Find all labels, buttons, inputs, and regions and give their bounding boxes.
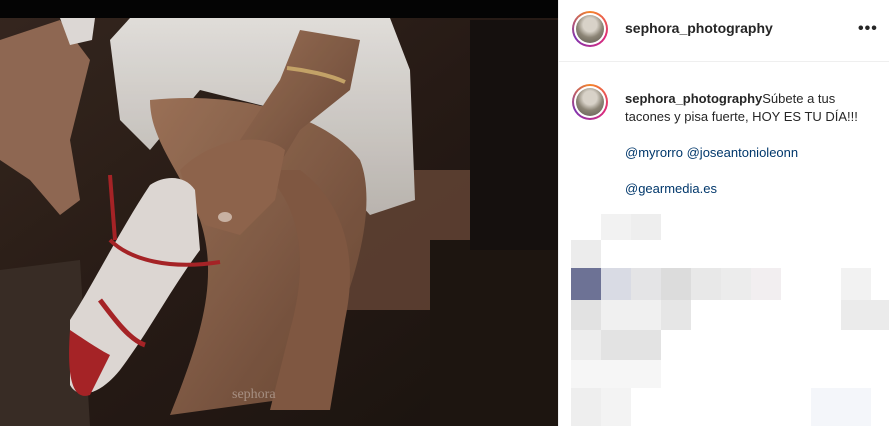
caption-text: sephora_photographySúbete a tus tacones … [625, 90, 875, 198]
caption-avatar[interactable] [572, 84, 608, 120]
pixelated-comments [559, 214, 889, 426]
post-photo[interactable]: sephora [0, 0, 558, 426]
mention-link[interactable]: @gearmedia.es [625, 180, 875, 198]
more-horizontal-icon[interactable]: ••• [858, 21, 878, 37]
author-avatar[interactable] [572, 11, 608, 47]
post-sidebar: sephora_photography ••• sephora_photogra… [558, 0, 889, 426]
post-header: sephora_photography ••• [559, 0, 889, 62]
mention-link[interactable]: @joseantonioleonn [687, 145, 799, 160]
post-image: sephora [0, 0, 558, 426]
mention-link[interactable]: @myrorro [625, 145, 683, 160]
avatar-image [576, 15, 604, 43]
author-username[interactable]: sephora_photography [625, 20, 773, 36]
caption-username[interactable]: sephora_photography [625, 91, 762, 106]
avatar-image [576, 88, 604, 116]
photo-watermark: sephora [232, 387, 276, 402]
